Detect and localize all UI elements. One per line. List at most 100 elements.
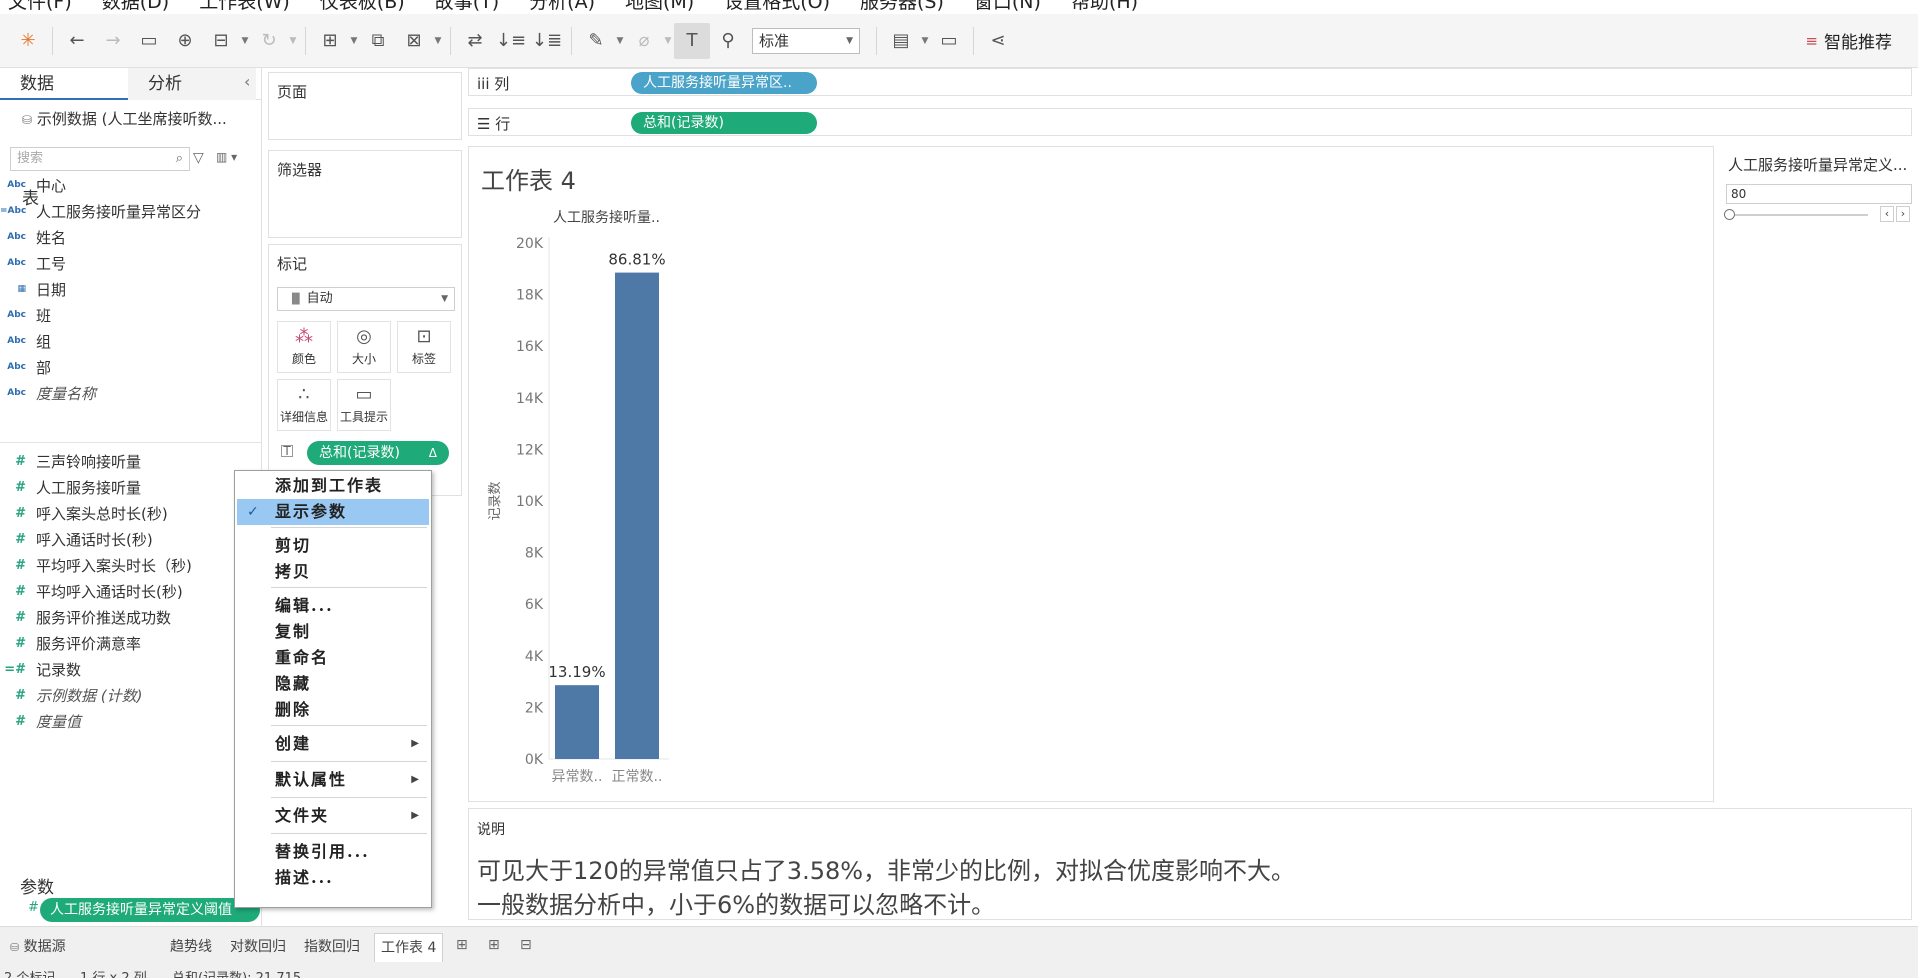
group-icon[interactable]: ⌀ — [626, 23, 662, 59]
field-item[interactable]: # 示例数据 (计数) — [0, 682, 142, 708]
color-mark-button[interactable]: ⁂ 颜色 — [277, 321, 331, 373]
tab-analysis[interactable]: 分析 — [128, 68, 256, 100]
field-item[interactable]: =# 记录数 — [0, 656, 81, 682]
clear-sheet-icon[interactable]: ⊠ — [396, 23, 432, 59]
context-menu-item[interactable]: 替换引用... — [237, 839, 429, 865]
field-item[interactable]: # 人工服务接听量 — [0, 474, 141, 500]
context-menu-item[interactable]: 复制 — [237, 619, 429, 645]
context-menu-item[interactable]: 剪切 — [237, 533, 429, 559]
field-item[interactable]: # 平均呼入案头时长（秒) — [0, 552, 192, 578]
field-item[interactable]: # 度量值 — [0, 708, 81, 734]
field-item[interactable]: Abc 度量名称 — [0, 380, 96, 406]
field-item[interactable]: Abc 姓名 — [0, 224, 66, 250]
highlight-icon[interactable]: ✎ — [578, 23, 614, 59]
chevron-right-icon[interactable]: › — [1896, 206, 1910, 222]
field-item[interactable]: # 服务评价满意率 — [0, 630, 141, 656]
refresh-icon[interactable]: ↻ — [251, 23, 287, 59]
sheet-tab[interactable]: 指数回归 — [298, 933, 366, 963]
pin-axis-icon[interactable]: ⚲ — [710, 23, 746, 59]
field-item[interactable]: Abc 组 — [0, 328, 51, 354]
sort-ascending-icon[interactable]: ↓≡ — [493, 23, 529, 59]
swap-icon[interactable]: ⇄ — [457, 23, 493, 59]
tab-data[interactable]: 数据 — [0, 68, 128, 100]
filters-card[interactable]: 筛选器 — [268, 150, 462, 238]
show-labels-icon[interactable]: T — [674, 22, 710, 59]
menu-item[interactable]: 地图(M) — [625, 0, 694, 14]
field-item[interactable]: # 呼入案头总时长(秒) — [0, 500, 168, 526]
sheet-tab-active[interactable]: 工作表 4 — [374, 933, 444, 963]
new-story-icon[interactable]: ⊟ — [520, 937, 532, 953]
context-menu-item[interactable]: 描述... — [237, 865, 429, 891]
field-item[interactable]: Abc 部 — [0, 354, 51, 380]
size-mark-button[interactable]: ◎ 大小 — [337, 321, 391, 373]
context-menu-item[interactable]: 默认属性 ▶ — [237, 767, 429, 793]
menu-item[interactable]: 分析(A) — [529, 0, 595, 14]
field-item[interactable]: # 服务评价推送成功数 — [0, 604, 171, 630]
save-icon[interactable]: ▭ — [131, 23, 167, 59]
redo-icon[interactable]: → — [95, 23, 131, 59]
context-menu-item[interactable]: 编辑... — [237, 593, 429, 619]
sheet-tab[interactable]: 对数回归 — [224, 933, 292, 963]
chevron-down-icon[interactable]: ▼ — [662, 36, 674, 46]
new-dashboard-icon[interactable]: ⊞ — [488, 937, 500, 953]
new-datasource-icon[interactable]: ⊕ — [167, 23, 203, 59]
parameter-slider-track[interactable] — [1728, 214, 1868, 216]
parameter-slider-handle[interactable] — [1724, 209, 1735, 220]
field-item[interactable]: ▦ 日期 — [0, 276, 66, 302]
field-item[interactable]: Abc 工号 — [0, 250, 66, 276]
label-mark-button[interactable]: ⊡ 标签 — [397, 321, 451, 373]
fit-select[interactable]: 标准 ▼ — [752, 27, 860, 54]
menu-item[interactable]: 工作表(W) — [199, 0, 290, 14]
field-item[interactable]: =Abc 人工服务接听量异常区分 — [0, 198, 201, 224]
context-menu-item[interactable]: 添加到工作表 — [237, 473, 429, 499]
tooltip-mark-button[interactable]: ▭ 工具提示 — [337, 379, 391, 431]
detail-mark-button[interactable]: ∴ 详细信息 — [277, 379, 331, 431]
presentation-mode-icon[interactable]: ▭ — [931, 23, 967, 59]
context-menu-item[interactable]: 隐藏 — [237, 671, 429, 697]
mark-type-select[interactable]: ▐▌ 自动 ▼ — [277, 287, 455, 311]
context-menu-item[interactable]: ✓ 显示参数 — [237, 499, 429, 525]
chevron-down-icon[interactable]: ▼ — [239, 36, 251, 46]
menu-item[interactable]: 仪表板(B) — [320, 0, 405, 14]
menu-item[interactable]: 窗口(N) — [974, 0, 1041, 14]
columns-pill[interactable]: 人工服务接听量异常区.. — [631, 72, 817, 94]
context-menu-item[interactable]: 创建 ▶ — [237, 731, 429, 757]
label-field-pill[interactable]: 总和(记录数) Δ — [307, 441, 449, 465]
menu-item[interactable]: 故事(T) — [435, 0, 499, 14]
context-menu-item[interactable]: 拷贝 — [237, 559, 429, 585]
context-menu-item[interactable]: 删除 — [237, 697, 429, 723]
share-icon[interactable]: ⋖ — [980, 23, 1016, 59]
sheet-tab[interactable]: 趋势线 — [164, 933, 218, 963]
tableau-logo-icon[interactable]: ✳ — [10, 23, 46, 59]
new-worksheet-icon[interactable]: ⊞ — [312, 23, 348, 59]
columns-shelf[interactable]: iii 列 人工服务接听量异常区.. — [468, 68, 1912, 96]
field-item[interactable]: # 三声铃响接听量 — [0, 448, 141, 474]
show-cards-icon[interactable]: ▤ — [883, 23, 919, 59]
menu-item[interactable]: 帮助(H) — [1071, 0, 1138, 14]
field-item[interactable]: Abc 班 — [0, 302, 51, 328]
chevron-down-icon[interactable]: ▼ — [432, 36, 444, 46]
context-menu-item[interactable]: 文件夹 ▶ — [237, 803, 429, 829]
rows-shelf[interactable]: ☰ 行 总和(记录数) — [468, 108, 1912, 136]
parameter-pill[interactable]: 人工服务接听量异常定义阈值 — [40, 898, 260, 922]
filter-icon[interactable]: ▽ — [193, 150, 204, 166]
smart-recommend-button[interactable]: ≡ 智能推荐 — [1805, 28, 1892, 54]
chevron-down-icon[interactable]: ▼ — [919, 36, 931, 46]
field-item[interactable]: # 平均呼入通话时长(秒) — [0, 578, 183, 604]
menu-item[interactable]: 设置格式(O) — [724, 0, 830, 14]
field-item[interactable]: Abc 中心 — [0, 172, 66, 198]
undo-icon[interactable]: ← — [59, 23, 95, 59]
collapse-pane-icon[interactable]: ‹ — [244, 72, 250, 91]
view-options-icon[interactable]: ▥ ▾ — [216, 150, 237, 164]
chevron-left-icon[interactable]: ‹ — [1880, 206, 1894, 222]
search-input[interactable]: 搜索 ⌕ — [10, 147, 190, 171]
field-item[interactable]: # 呼入通话时长(秒) — [0, 526, 153, 552]
chevron-down-icon[interactable]: ▼ — [348, 36, 360, 46]
duplicate-sheet-icon[interactable]: ⧉ — [360, 23, 396, 59]
parameter-value-input[interactable]: 80 — [1726, 184, 1912, 204]
chevron-down-icon[interactable]: ▼ — [287, 36, 299, 46]
datasource-item[interactable]: ⛁ 示例数据 (人工坐席接听数... — [22, 108, 227, 129]
pause-updates-icon[interactable]: ⊟ — [203, 23, 239, 59]
chevron-down-icon[interactable]: ▼ — [614, 36, 626, 46]
menu-item[interactable]: 数据(D) — [102, 0, 169, 14]
